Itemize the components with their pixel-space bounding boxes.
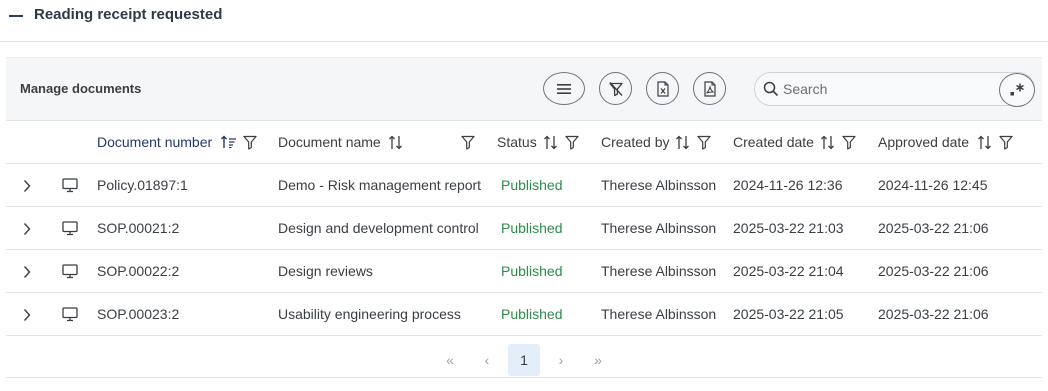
sort-ascending-icon[interactable]: [221, 135, 237, 149]
documents-panel: Manage documents Document number Documen…: [6, 57, 1042, 391]
column-header-document-name[interactable]: Document name: [278, 121, 381, 164]
regex-icon: [1010, 83, 1024, 96]
pdf-file-icon: [703, 80, 716, 97]
table-row[interactable]: SOP.00023:2 Usability engineering proces…: [6, 293, 1042, 336]
filter-icon[interactable]: [461, 135, 475, 150]
column-header-status[interactable]: Status: [497, 121, 537, 164]
cell-created-date: 2024-11-26 12:36: [733, 177, 843, 193]
cell-document-name[interactable]: Demo - Risk management report: [278, 164, 481, 207]
cell-document-number[interactable]: SOP.00022:2: [97, 250, 179, 293]
cell-document-name[interactable]: Design reviews: [278, 250, 373, 293]
sort-icon[interactable]: [820, 135, 836, 150]
filter-icon[interactable]: [565, 135, 579, 150]
cell-status: Published: [501, 306, 563, 322]
export-pdf-button[interactable]: [693, 72, 726, 105]
sort-icon[interactable]: [388, 135, 404, 150]
cell-approved-date: 2025-03-22 21:06: [878, 306, 989, 322]
cell-created-by: Therese Albinsson: [601, 263, 717, 279]
cell-status: Published: [501, 263, 563, 279]
cell-document-name[interactable]: Design and development control: [278, 207, 479, 250]
monitor-icon: [62, 221, 78, 236]
section-title: Reading receipt requested: [34, 6, 223, 23]
monitor-icon: [62, 264, 78, 279]
cell-created-by: Therese Albinsson: [601, 220, 717, 236]
cell-approved-date: 2025-03-22 21:06: [878, 263, 989, 279]
cell-document-name[interactable]: Usability engineering process: [278, 293, 461, 336]
filter-icon[interactable]: [999, 135, 1013, 150]
sort-icon[interactable]: [543, 135, 559, 150]
search-input[interactable]: [783, 79, 983, 99]
column-header-created-by[interactable]: Created by: [601, 121, 669, 164]
filter-off-icon: [608, 81, 623, 96]
filter-icon[interactable]: [697, 135, 711, 150]
table-header-row: Document number Document name Status Cre…: [6, 121, 1042, 164]
column-header-document-number[interactable]: Document number: [97, 121, 212, 164]
cell-approved-date: 2024-11-26 12:45: [878, 177, 988, 193]
table-row[interactable]: Policy.01897:1 Demo - Risk management re…: [6, 164, 1042, 207]
search-icon: [763, 81, 779, 97]
next-page-button[interactable]: ›: [545, 344, 577, 376]
cell-created-date: 2025-03-22 21:04: [733, 263, 844, 279]
clear-filters-button[interactable]: [599, 72, 632, 105]
filter-icon[interactable]: [243, 135, 257, 150]
hamburger-icon: [557, 83, 571, 94]
regex-toggle-button[interactable]: [999, 73, 1035, 107]
cell-document-number[interactable]: SOP.00021:2: [97, 207, 179, 250]
column-header-created-date[interactable]: Created date: [733, 121, 814, 164]
collapse-icon[interactable]: [9, 15, 23, 17]
chevron-right-icon[interactable]: [22, 265, 32, 279]
chevron-right-icon[interactable]: [22, 179, 32, 193]
search-box: [754, 72, 1035, 107]
cell-status: Published: [501, 220, 563, 236]
chevron-right-icon[interactable]: [22, 222, 32, 236]
filter-icon[interactable]: [842, 135, 856, 150]
chevron-right-icon[interactable]: [22, 308, 32, 322]
section-header[interactable]: Reading receipt requested: [0, 0, 1048, 42]
sort-icon[interactable]: [675, 135, 691, 150]
monitor-icon: [62, 178, 78, 193]
previous-page-button[interactable]: ‹: [471, 344, 503, 376]
first-page-button[interactable]: «: [434, 344, 466, 376]
cell-approved-date: 2025-03-22 21:06: [878, 220, 989, 236]
table-row[interactable]: SOP.00022:2 Design reviews Published The…: [6, 250, 1042, 293]
monitor-icon: [62, 307, 78, 322]
cell-created-by: Therese Albinsson: [601, 306, 717, 322]
sort-icon[interactable]: [977, 135, 993, 150]
cell-document-number[interactable]: SOP.00023:2: [97, 293, 179, 336]
panel-title: Manage documents: [20, 81, 142, 96]
page-1-button[interactable]: 1: [508, 344, 540, 376]
column-menu-button[interactable]: [543, 72, 585, 105]
column-header-approved-date[interactable]: Approved date: [878, 121, 969, 164]
cell-status: Published: [501, 177, 563, 193]
table-row[interactable]: SOP.00021:2 Design and development contr…: [6, 207, 1042, 250]
pagination: « ‹ 1 › »: [6, 336, 1042, 378]
toolbar: Manage documents: [6, 57, 1042, 121]
export-excel-button[interactable]: [646, 72, 679, 105]
last-page-button[interactable]: »: [582, 344, 614, 376]
cell-created-by: Therese Albinsson: [601, 177, 717, 193]
cell-created-date: 2025-03-22 21:05: [733, 306, 844, 322]
excel-file-icon: [656, 80, 669, 97]
cell-created-date: 2025-03-22 21:03: [733, 220, 844, 236]
cell-document-number[interactable]: Policy.01897:1: [97, 164, 188, 207]
